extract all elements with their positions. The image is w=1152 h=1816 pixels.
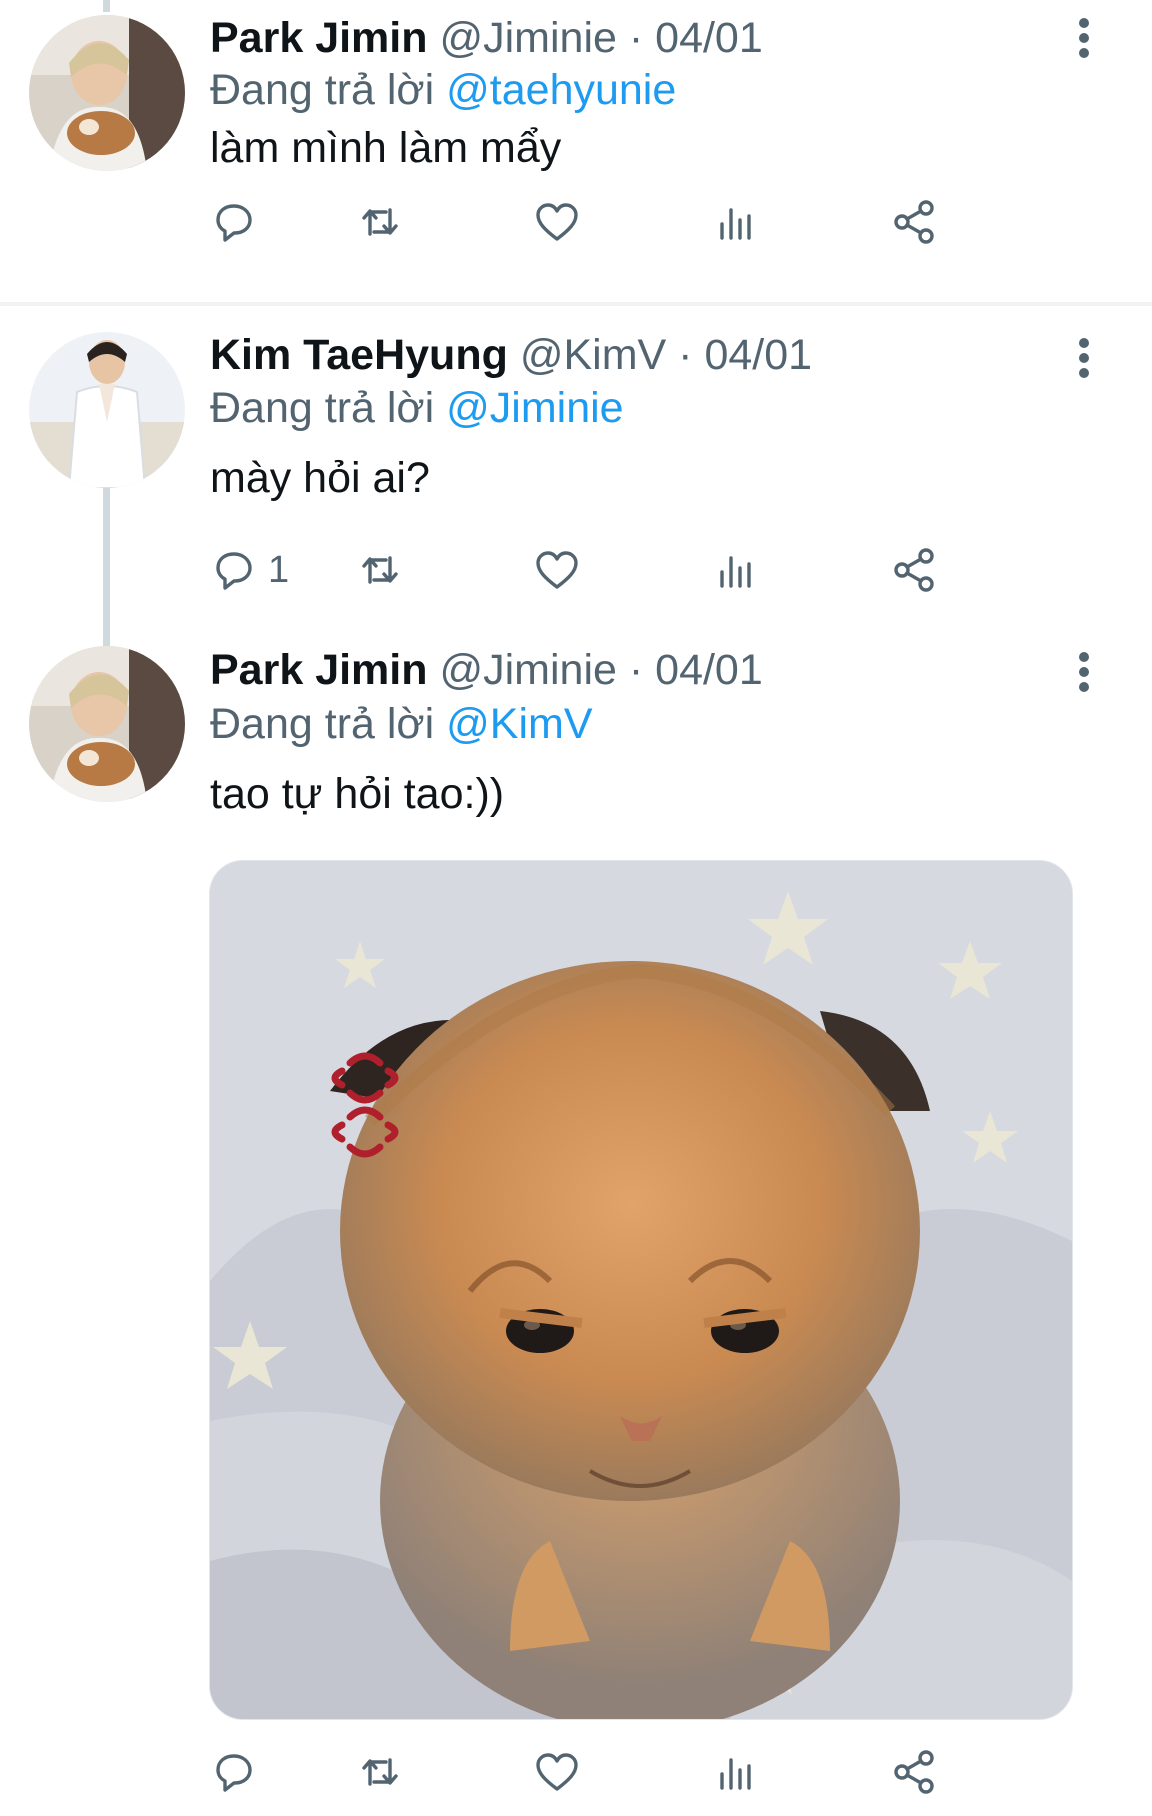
reply-button[interactable]: 1 (210, 542, 289, 598)
tweet-header: Park Jimin @Jiminie · 04/01 (210, 644, 763, 696)
display-name[interactable]: Kim TaeHyung (210, 331, 508, 379)
share-button[interactable] (890, 1744, 938, 1800)
angry-kitten-image[interactable] (209, 860, 1073, 1720)
thread-line (103, 0, 110, 12)
display-name[interactable]: Park Jimin (210, 14, 428, 62)
tweet-date[interactable]: 04/01 (704, 331, 812, 379)
share-icon (894, 1750, 934, 1794)
retweet-icon (362, 556, 398, 584)
replying-to: Đang trả lời @Jiminie (210, 382, 624, 434)
retweet-icon (362, 208, 398, 236)
tweet-text: tao tự hỏi tao:)) (210, 770, 505, 818)
share-icon (894, 200, 934, 244)
tweet-actions (210, 194, 1090, 250)
tweet-2[interactable]: Kim TaeHyung @KimV · 04/01 Đang trả lời … (0, 306, 1152, 642)
retweet-button[interactable] (356, 1744, 404, 1800)
tweet-date[interactable]: 04/01 (655, 646, 763, 694)
tweet-text: mày hỏi ai? (210, 454, 430, 502)
like-button[interactable] (533, 542, 581, 598)
display-name[interactable]: Park Jimin (210, 646, 428, 694)
more-vertical-icon[interactable] (1068, 334, 1100, 382)
analytics-button[interactable] (712, 1744, 760, 1800)
reply-mention-link[interactable]: @Jiminie (446, 384, 623, 432)
analytics-icon (720, 1758, 751, 1790)
tweet-date[interactable]: 04/01 (655, 14, 763, 62)
replying-to-label: Đang trả lời (210, 384, 435, 432)
avatar[interactable] (29, 646, 185, 802)
more-vertical-icon[interactable] (1068, 648, 1100, 696)
share-icon (894, 548, 934, 592)
replying-to-label: Đang trả lời (210, 700, 435, 748)
reply-mention-link[interactable]: @taehyunie (446, 66, 676, 114)
like-button[interactable] (533, 1744, 581, 1800)
share-button[interactable] (890, 542, 938, 598)
reply-icon (216, 1754, 252, 1792)
analytics-button[interactable] (712, 194, 760, 250)
analytics-icon (720, 556, 751, 588)
tweet-actions (210, 1744, 1090, 1800)
share-button[interactable] (890, 194, 938, 250)
reply-icon (216, 204, 252, 242)
user-handle[interactable]: @KimV (520, 331, 666, 379)
tweet-header: Kim TaeHyung @KimV · 04/01 (210, 329, 812, 381)
like-button[interactable] (533, 194, 581, 250)
analytics-icon (720, 208, 751, 240)
heart-icon (536, 1753, 578, 1791)
user-handle[interactable]: @Jiminie (439, 646, 616, 694)
retweet-icon (362, 1758, 398, 1786)
tweet-text: làm mình làm mẩy (210, 124, 562, 172)
replying-to: Đang trả lời @KimV (210, 698, 593, 750)
retweet-button[interactable] (356, 194, 404, 250)
heart-icon (536, 551, 578, 589)
reply-button[interactable] (210, 194, 268, 250)
separator: · (628, 646, 644, 694)
tweet-actions: 1 (210, 542, 1090, 598)
heart-icon (536, 203, 578, 241)
avatar[interactable] (29, 15, 185, 171)
replying-to-label: Đang trả lời (210, 66, 435, 114)
avatar[interactable] (29, 332, 185, 488)
reply-button[interactable] (210, 1744, 268, 1800)
reply-count: 1 (268, 548, 290, 591)
separator: · (628, 14, 644, 62)
tweet-1[interactable]: Park Jimin @Jiminie · 04/01 Đang trả lời… (0, 0, 1152, 266)
user-handle[interactable]: @Jiminie (439, 14, 616, 62)
reply-icon (216, 552, 252, 590)
analytics-button[interactable] (712, 542, 760, 598)
retweet-button[interactable] (356, 542, 404, 598)
separator: · (678, 331, 693, 379)
more-vertical-icon[interactable] (1068, 14, 1100, 62)
tweet-header: Park Jimin @Jiminie · 04/01 (210, 12, 763, 64)
reply-mention-link[interactable]: @KimV (446, 700, 592, 748)
replying-to: Đang trả lời @taehyunie (210, 64, 676, 116)
